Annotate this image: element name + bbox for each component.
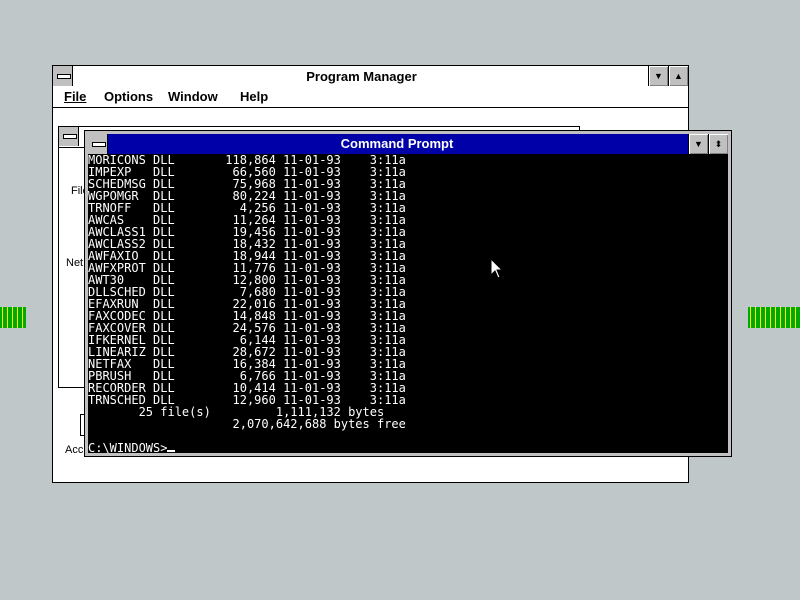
group-icon-label[interactable]: Net (66, 257, 83, 269)
window-title: Program Manager (306, 69, 417, 84)
system-menu-icon[interactable] (88, 134, 108, 154)
maximize-button[interactable]: ▲ (668, 66, 688, 86)
command-prompt-line[interactable]: C:\WINDOWS> (88, 442, 728, 453)
text-cursor (167, 450, 176, 452)
minimize-button[interactable]: ▼ (688, 134, 708, 154)
blank-line (88, 430, 728, 442)
console-output[interactable]: MORICONS DLL 118,864 11-01-93 3:11a IMPEX… (88, 154, 728, 453)
summary-free-line: 2,070,642,688 bytes free (88, 417, 406, 431)
desktop-stripe-right (748, 307, 800, 328)
minimize-button[interactable]: ▼ (648, 66, 668, 86)
restore-button[interactable]: ⬍ (708, 134, 728, 154)
window-title: Command Prompt (340, 136, 454, 151)
system-menu-icon[interactable] (53, 66, 73, 86)
group-system-menu-icon[interactable] (59, 127, 79, 146)
menu-file[interactable]: File (64, 89, 86, 104)
command-prompt-window[interactable]: Command Prompt ▼ ⬍ MORICONS DLL 118,864 … (84, 130, 732, 457)
menu-bar: File Options Window Help (53, 87, 688, 108)
menu-help[interactable]: Help (240, 89, 268, 104)
group-icon-label[interactable]: Acc (65, 444, 83, 456)
program-manager-titlebar[interactable]: Program Manager ▼ ▲ (53, 66, 688, 88)
menu-options[interactable]: Options (104, 89, 153, 104)
command-prompt-titlebar[interactable]: Command Prompt ▼ ⬍ (88, 134, 728, 154)
menu-window[interactable]: Window (168, 89, 218, 104)
mouse-pointer-icon (490, 258, 504, 279)
desktop-stripe-left (0, 307, 26, 328)
